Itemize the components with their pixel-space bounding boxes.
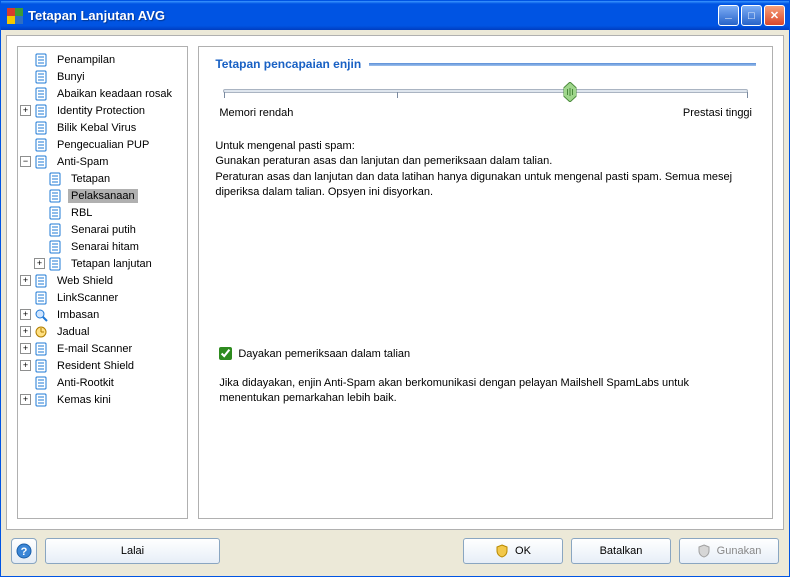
online-check-label: Dayakan pemeriksaan dalam talian [238, 348, 410, 360]
help-button[interactable]: ? [11, 538, 37, 564]
section-header: Tetapan pencapaian enjin [215, 57, 756, 71]
slider-thumb[interactable] [563, 82, 576, 102]
tree-item-jadual[interactable]: +Jadual [18, 323, 187, 340]
apply-button[interactable]: Gunakan [679, 538, 779, 564]
titlebar: Tetapan Lanjutan AVG [1, 1, 789, 30]
tree-item-bunyi[interactable]: Bunyi [18, 68, 187, 85]
tree-item-antirootkit[interactable]: Anti-Rootkit [18, 374, 187, 391]
slider-labels: Memori rendah Prestasi tinggi [219, 107, 752, 119]
window-title: Tetapan Lanjutan AVG [28, 8, 718, 23]
tree-item-abaikan[interactable]: Abaikan keadaan rosak [18, 85, 187, 102]
client-area: Penampilan Bunyi Abaikan keadaan rosak +… [6, 35, 784, 530]
expand-icon[interactable]: + [20, 326, 31, 337]
performance-slider[interactable] [223, 89, 748, 93]
footer: ? Lalai OK Batalkan Gunakan [1, 532, 789, 576]
tree-item-pengecualian[interactable]: Pengecualian PUP [18, 136, 187, 153]
online-check-checkbox[interactable] [219, 347, 232, 360]
expand-icon[interactable]: + [20, 275, 31, 286]
maximize-button[interactable] [741, 5, 762, 26]
help-icon: ? [16, 543, 32, 559]
expand-icon[interactable]: + [20, 360, 31, 371]
slider-label-high: Prestasi tinggi [683, 107, 752, 119]
tree-item-imbasan[interactable]: +Imbasan [18, 306, 187, 323]
window: Tetapan Lanjutan AVG Penampilan Bunyi Ab… [0, 0, 790, 577]
minimize-button[interactable] [718, 5, 739, 26]
content-panel: Tetapan pencapaian enjin [198, 46, 773, 519]
clock-icon [34, 325, 50, 339]
svg-text:?: ? [21, 546, 28, 558]
cancel-button[interactable]: Batalkan [571, 538, 671, 564]
window-buttons [718, 5, 785, 26]
app-icon [7, 8, 23, 24]
section-divider [369, 63, 756, 66]
tree-item-senarai-putih[interactable]: Senarai putih [18, 221, 187, 238]
tree-item-penampilan[interactable]: Penampilan [18, 51, 187, 68]
slider-label-low: Memori rendah [219, 107, 293, 119]
section-title: Tetapan pencapaian enjin [215, 57, 361, 71]
tree-item-resident[interactable]: +Resident Shield [18, 357, 187, 374]
magnifier-icon [34, 308, 50, 322]
online-check-description: Jika didayakan, enjin Anti-Spam akan ber… [219, 376, 752, 407]
default-button[interactable]: Lalai [45, 538, 220, 564]
slider-track [223, 89, 748, 93]
expand-icon[interactable]: + [20, 394, 31, 405]
description-text: Untuk mengenal pasti spam: Gunakan perat… [215, 139, 756, 201]
tree-item-tetapan-lanjutan[interactable]: +Tetapan lanjutan [18, 255, 187, 272]
ok-button[interactable]: OK [463, 538, 563, 564]
collapse-icon[interactable]: − [20, 156, 31, 167]
tree-item-kemas[interactable]: +Kemas kini [18, 391, 187, 408]
close-button[interactable] [764, 5, 785, 26]
expand-icon[interactable]: + [20, 105, 31, 116]
tree-item-webshield[interactable]: +Web Shield [18, 272, 187, 289]
tree-item-antispam[interactable]: −Anti-Spam [18, 153, 187, 170]
tree-item-tetapan[interactable]: Tetapan [18, 170, 187, 187]
tree-item-identity[interactable]: +Identity Protection [18, 102, 187, 119]
expand-icon[interactable]: + [20, 343, 31, 354]
tree-item-email[interactable]: +E-mail Scanner [18, 340, 187, 357]
tree-item-pelaksanaan[interactable]: Pelaksanaan [18, 187, 187, 204]
tree-item-senarai-hitam[interactable]: Senarai hitam [18, 238, 187, 255]
tree-item-linkscanner[interactable]: LinkScanner [18, 289, 187, 306]
expand-icon[interactable]: + [34, 258, 45, 269]
settings-tree[interactable]: Penampilan Bunyi Abaikan keadaan rosak +… [17, 46, 188, 519]
tree-item-bilik[interactable]: Bilik Kebal Virus [18, 119, 187, 136]
shield-icon [495, 544, 509, 558]
expand-icon[interactable]: + [20, 309, 31, 320]
shield-icon [697, 544, 711, 558]
tree-item-rbl[interactable]: RBL [18, 204, 187, 221]
online-check-row[interactable]: Dayakan pemeriksaan dalam talian [219, 347, 752, 360]
